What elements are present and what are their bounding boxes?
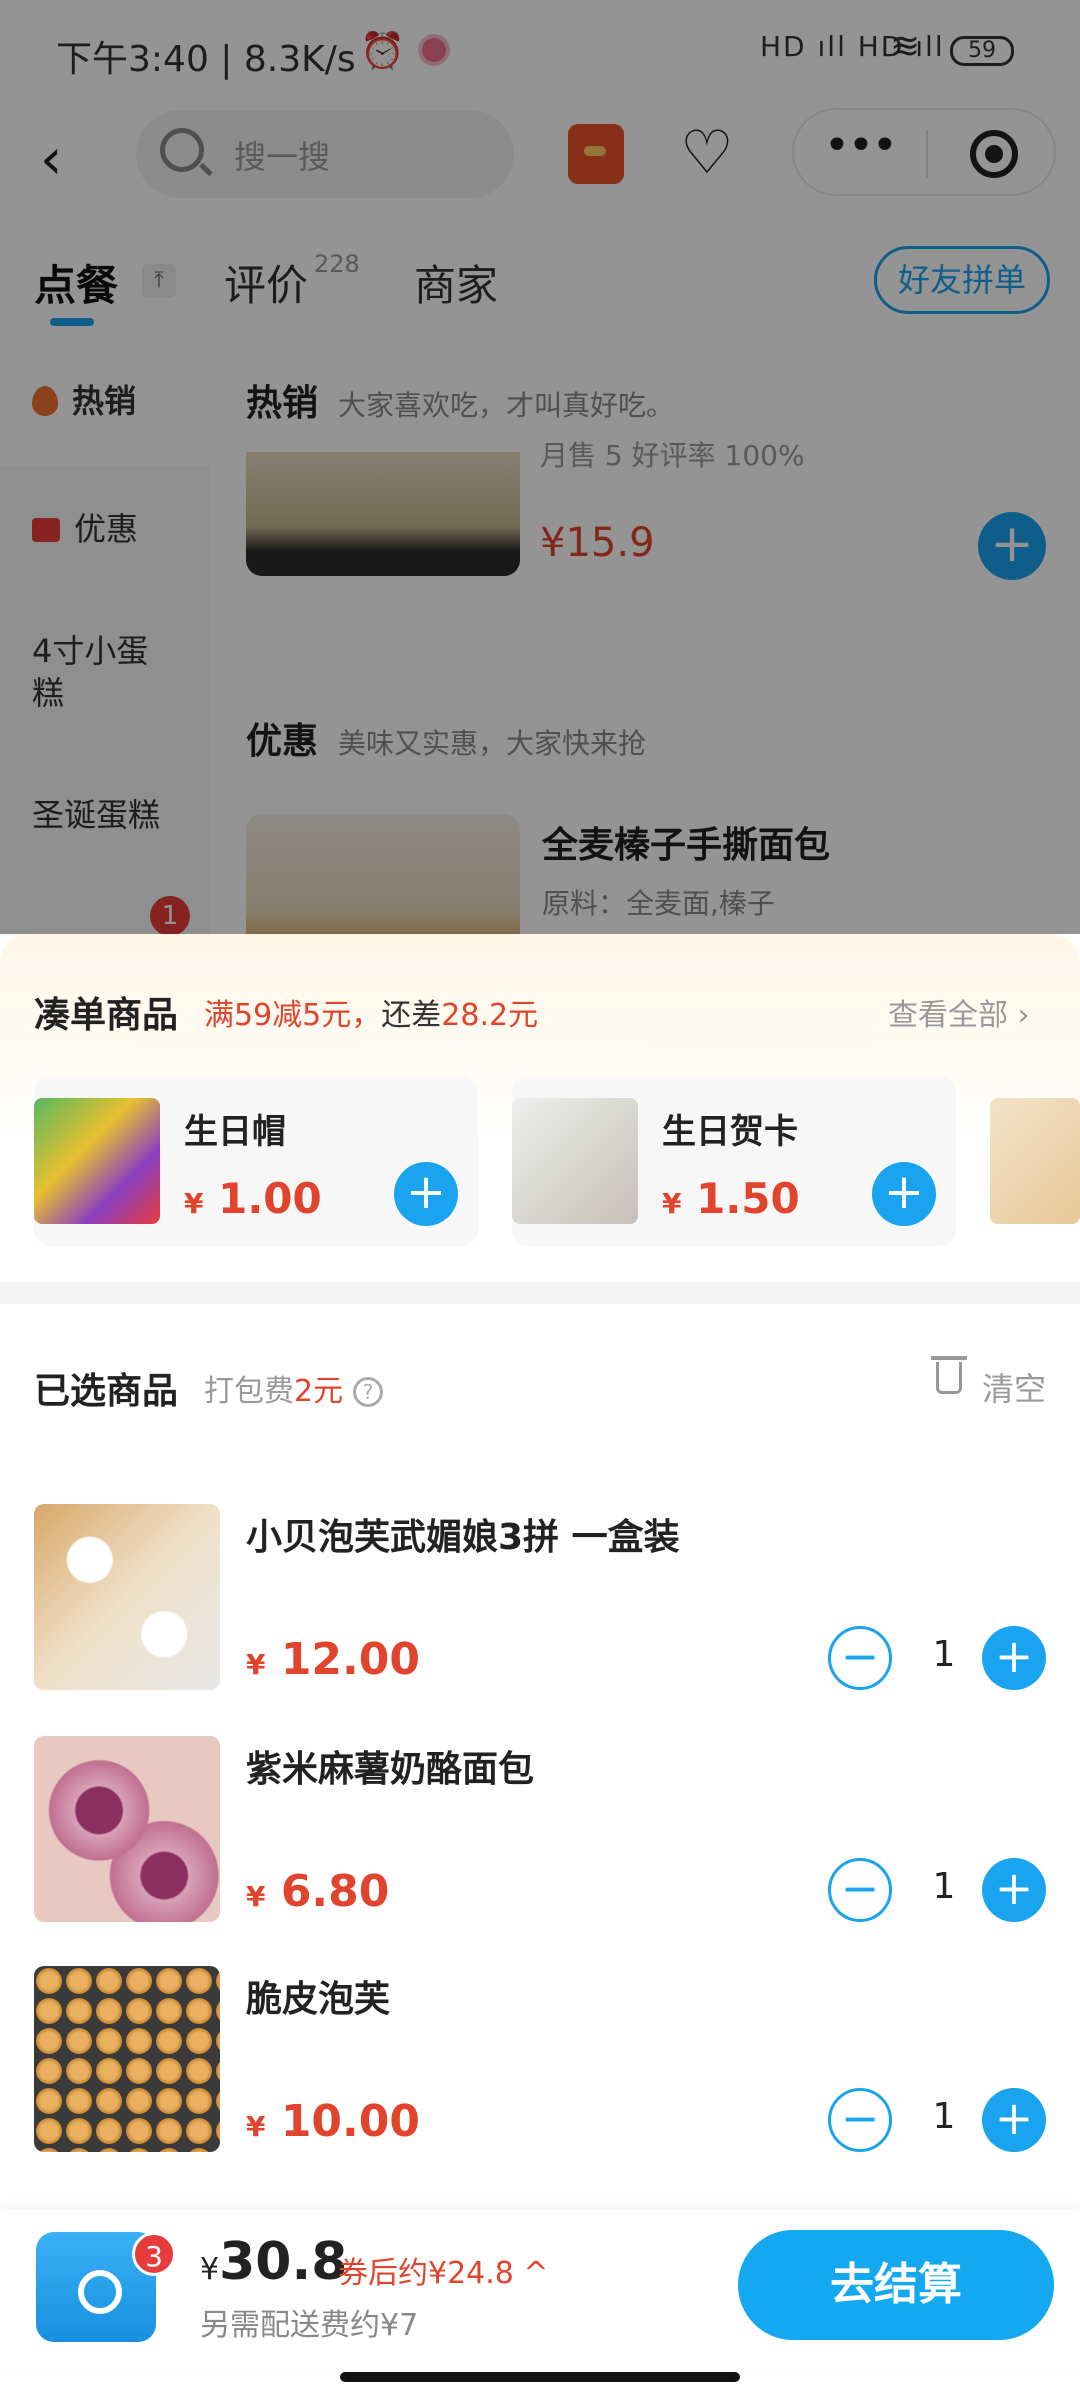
addon-title: 凑单商品	[34, 995, 179, 1036]
decrease-button[interactable]: −	[828, 1626, 892, 1690]
decrease-button[interactable]: −	[828, 2088, 892, 2152]
item-name: 脆皮泡芙	[246, 1979, 391, 2020]
addon-card[interactable]: 生日帽 ¥ 1.00 +	[34, 1076, 478, 1246]
item-price: ¥ 6.80	[246, 1866, 390, 1917]
item-price: ¥ 10.00	[246, 2096, 420, 2147]
item-name: 紫米麻薯奶酪面包	[246, 1749, 535, 1790]
clear-cart-button[interactable]: 清空	[982, 1364, 1046, 1410]
cart-item: 紫米麻薯奶酪面包 ¥ 6.80 − 1 +	[0, 1736, 1080, 1936]
addon-add-button[interactable]: +	[394, 1162, 458, 1226]
section-divider	[0, 1282, 1080, 1304]
item-name: 小贝泡芙武媚娘3拼 一盒装	[246, 1517, 680, 1558]
addon-name: 生日贺卡	[662, 1112, 798, 1152]
dim-overlay[interactable]	[0, 0, 1080, 934]
birthday-hat-image	[34, 1098, 160, 1224]
item-quantity: 1	[932, 1866, 956, 1907]
selected-title: 已选商品	[34, 1371, 179, 1412]
view-all-link[interactable]: 查看全部 ›	[888, 990, 1030, 1034]
item-image	[34, 1504, 220, 1690]
item-image	[34, 1966, 220, 2152]
addon-card[interactable]: 生日贺卡 ¥ 1.50 +	[512, 1076, 956, 1246]
help-icon[interactable]: ?	[353, 1377, 384, 1407]
cart-item: 脆皮泡芙 ¥ 10.00 − 1 +	[0, 1966, 1080, 2166]
increase-button[interactable]: +	[982, 2088, 1046, 2152]
addon-card-partial[interactable]	[990, 1098, 1080, 1224]
delivery-fee: 另需配送费约¥7	[200, 2308, 419, 2343]
addon-add-button[interactable]: +	[872, 1162, 936, 1226]
total-price: ¥30.8	[200, 2232, 348, 2292]
checkout-button[interactable]: 去结算	[738, 2230, 1054, 2340]
addon-name: 生日帽	[184, 1112, 286, 1152]
greeting-card-image	[512, 1098, 638, 1224]
after-coupon-price[interactable]: 券后约¥24.8 ^	[338, 2248, 549, 2292]
eleme-logo-icon	[78, 2270, 122, 2314]
increase-button[interactable]: +	[982, 1626, 1046, 1690]
item-image	[34, 1736, 220, 1922]
trash-icon[interactable]	[931, 1356, 967, 1394]
addon-promo: 满59减5元，还差28.2元	[204, 998, 539, 1033]
decrease-button[interactable]: −	[828, 1858, 892, 1922]
home-indicator[interactable]	[340, 2372, 740, 2382]
item-quantity: 1	[932, 2096, 956, 2137]
cart-item: 小贝泡芙武媚娘3拼 一盒装 ¥ 12.00 − 1 +	[0, 1504, 1080, 1704]
item-quantity: 1	[932, 1634, 956, 1675]
addon-price: ¥ 1.00	[184, 1174, 322, 1223]
increase-button[interactable]: +	[982, 1858, 1046, 1922]
packing-fee: 打包费2元?	[204, 1366, 384, 1410]
cart-count-badge: 3	[132, 2232, 176, 2276]
item-price: ¥ 12.00	[246, 1634, 420, 1685]
addon-price: ¥ 1.50	[662, 1174, 800, 1223]
